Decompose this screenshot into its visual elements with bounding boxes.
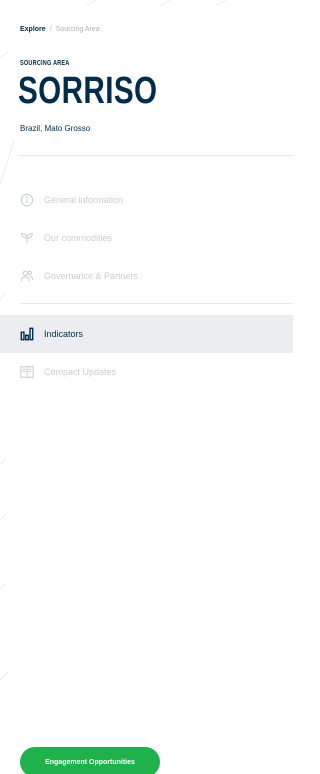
nav-item-compact-updates[interactable]: Compact Updates [0,353,293,391]
nav-item-our-commodities[interactable]: Our commodities [0,219,293,257]
divider [20,155,293,156]
bar-chart-icon [20,327,34,341]
breadcrumb-explore-link[interactable]: Explore [20,26,46,33]
people-icon [20,269,34,283]
nav-item-indicators[interactable]: Indicators [0,315,293,353]
nav-item-label: General information [44,195,124,205]
nav-item-governance-partners[interactable]: Governance & Partners [0,257,293,295]
engagement-opportunities-button[interactable]: Engagement Opportunities [20,747,160,774]
nav-item-label: Governance & Partners [44,271,139,281]
breadcrumb-separator: / [49,26,52,33]
breadcrumb: Explore / Sourcing Area [20,26,100,33]
nav-item-label: Indicators [44,329,84,339]
divider [20,303,293,304]
nav-item-label: Our commodities [44,233,113,243]
sidebar-panel: Explore / Sourcing Area SOURCING AREA SO… [0,0,293,774]
sprout-icon [20,231,34,245]
location-subtitle: Brazil, Mato Grosso [20,124,91,133]
breadcrumb-current: Sourcing Area [55,26,100,33]
info-circle-icon [20,193,34,207]
nav-item-general-information[interactable]: General information [0,181,293,219]
section-kicker: SOURCING AREA [20,60,70,67]
open-book-icon [20,365,34,379]
nav-item-label: Compact Updates [44,367,117,377]
page-title: SORRISO [18,70,158,112]
